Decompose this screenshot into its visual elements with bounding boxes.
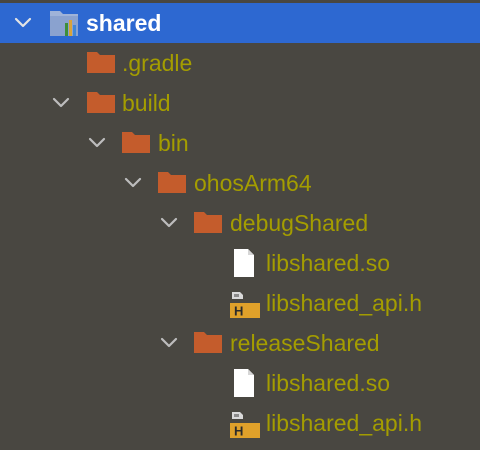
tree-node-label: ohosArm64 [194,170,312,196]
tree-node-libshared-api-h-release[interactable]: H libshared_api.h [0,403,480,443]
tree-node-libshared-so-debug[interactable]: libshared.so [0,243,480,283]
tree-node-bin[interactable]: bin [0,123,480,163]
chevron-down-icon[interactable] [10,3,36,43]
chevron-down-icon[interactable] [48,83,74,123]
tree-node-label: libshared_api.h [266,410,423,436]
tree-node-gradle[interactable]: .gradle [0,43,480,83]
tree-node-label: libshared_api.h [266,290,423,316]
tree-node-label: libshared.so [266,370,391,396]
header-file-icon: H [228,283,260,323]
module-icon [48,3,80,43]
file-icon [230,363,262,403]
tree-node-label: releaseShared [230,330,380,356]
folder-icon [86,43,118,83]
tree-node-debugshared[interactable]: debugShared [0,203,480,243]
tree-node-libshared-api-h-debug[interactable]: H libshared_api.h [0,283,480,323]
tree-node-label: shared [86,10,162,36]
folder-icon [121,123,153,163]
folder-icon [157,163,189,203]
tree-node-label: .gradle [122,50,193,76]
project-tree: shared .gradle build bin ohosArm64 debug… [0,0,480,450]
tree-node-shared[interactable]: shared [0,3,480,43]
tree-node-build[interactable]: build [0,83,480,123]
tree-node-libshared-so-release[interactable]: libshared.so [0,363,480,403]
chevron-down-icon[interactable] [156,203,182,243]
chevron-down-icon[interactable] [156,323,182,363]
chevron-down-icon[interactable] [120,163,146,203]
tree-node-releaseshared[interactable]: releaseShared [0,323,480,363]
header-badge: H [234,304,243,319]
folder-icon [193,203,225,243]
tree-node-label: build [122,90,171,116]
tree-node-ohosarm64[interactable]: ohosArm64 [0,163,480,203]
folder-icon [193,323,225,363]
tree-node-label: bin [158,130,189,156]
tree-node-label: debugShared [230,210,369,236]
header-file-icon: H [228,403,260,443]
tree-node-label: libshared.so [266,250,391,276]
chevron-down-icon[interactable] [84,123,110,163]
header-badge: H [234,424,243,439]
file-icon [230,243,262,283]
folder-icon [86,83,118,123]
